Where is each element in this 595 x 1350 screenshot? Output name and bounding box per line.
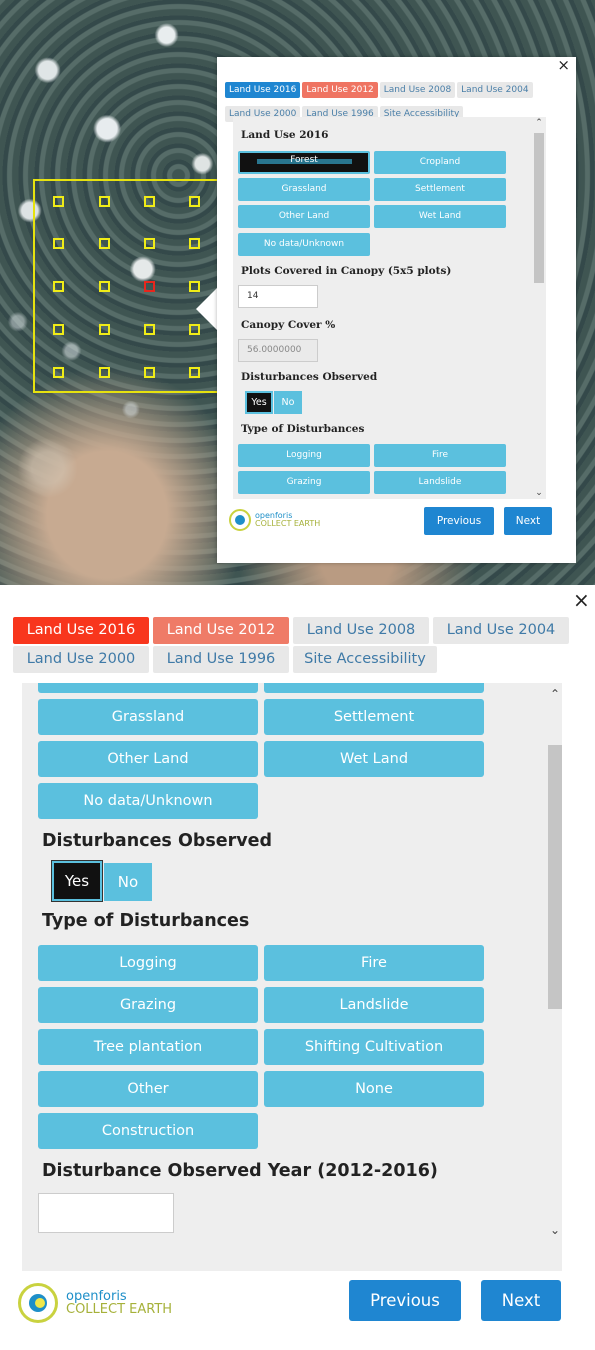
sampling-point[interactable]: [189, 196, 200, 207]
scroll-down-icon[interactable]: ⌄: [532, 488, 546, 498]
sampling-point[interactable]: [144, 196, 155, 207]
sampling-point[interactable]: [53, 238, 64, 249]
popup-pointer: [196, 287, 218, 331]
option-grazing[interactable]: Grazing: [238, 471, 370, 494]
canopy-cover-input: 56.0000000: [238, 339, 318, 362]
canopy-plots-label: Plots Covered in Canopy (5x5 plots): [241, 265, 452, 277]
sampling-point[interactable]: [99, 281, 110, 292]
option-wet-land[interactable]: Wet Land: [264, 741, 484, 777]
tab-land-use-2008[interactable]: Land Use 2008: [379, 82, 456, 98]
tab-land-use-2012[interactable]: Land Use 2012: [302, 82, 378, 98]
close-icon[interactable]: ×: [573, 588, 590, 612]
disturbances-label: Disturbances Observed: [241, 371, 378, 383]
no-toggle[interactable]: No: [274, 391, 302, 414]
tab-land-use-2004[interactable]: Land Use 2004: [457, 82, 533, 98]
logo-icon: [18, 1283, 58, 1323]
tab-land-use-2012[interactable]: Land Use 2012: [153, 617, 289, 644]
option-none[interactable]: None: [264, 1071, 484, 1107]
sampling-point[interactable]: [99, 238, 110, 249]
sampling-point[interactable]: [99, 324, 110, 335]
tab-site-accessibility[interactable]: Site Accessibility: [293, 646, 437, 673]
tab-land-use-2004[interactable]: Land Use 2004: [433, 617, 569, 644]
option-fire[interactable]: Fire: [264, 945, 484, 981]
tab-land-use-2016[interactable]: Land Use 2016: [13, 617, 149, 644]
tab-land-use-2016[interactable]: Land Use 2016: [225, 82, 301, 98]
option-grassland[interactable]: Grassland: [238, 178, 370, 201]
option-grassland[interactable]: Grassland: [38, 699, 258, 735]
disturbance-year-input[interactable]: [38, 1193, 174, 1233]
option-other-land[interactable]: Other Land: [38, 741, 258, 777]
form-panel[interactable]: Grassland Settlement Other Land Wet Land…: [22, 683, 562, 1271]
option-wet-land[interactable]: Wet Land: [374, 205, 506, 228]
option-logging[interactable]: Logging: [238, 444, 370, 467]
option-cropland[interactable]: [264, 683, 484, 693]
collect-earth-logo: openforis COLLECT EARTH: [18, 1283, 172, 1323]
option-forest[interactable]: Forest: [238, 151, 370, 174]
previous-button[interactable]: Previous: [424, 507, 494, 535]
scroll-down-icon[interactable]: ⌄: [545, 1223, 562, 1237]
sampling-point-selected[interactable]: [144, 281, 155, 292]
canopy-cover-label: Canopy Cover %: [241, 319, 336, 331]
logo-line2: COLLECT EARTH: [66, 1302, 173, 1317]
yes-toggle[interactable]: Yes: [51, 860, 103, 902]
logo-icon: [229, 509, 251, 531]
sampling-point[interactable]: [99, 196, 110, 207]
option-no-data[interactable]: No data/Unknown: [38, 783, 258, 819]
canopy-plots-input[interactable]: 14: [238, 285, 318, 308]
sampling-point[interactable]: [53, 367, 64, 378]
sampling-point[interactable]: [53, 281, 64, 292]
tab-land-use-1996[interactable]: Land Use 1996: [153, 646, 289, 673]
option-fire[interactable]: Fire: [374, 444, 506, 467]
sampling-point[interactable]: [53, 196, 64, 207]
next-button[interactable]: Next: [504, 507, 552, 535]
option-grazing[interactable]: Grazing: [38, 987, 258, 1023]
scroll-up-icon[interactable]: ⌃: [545, 687, 562, 701]
next-button[interactable]: Next: [481, 1280, 561, 1321]
survey-popup-small: × Land Use 2016 Land Use 2012 Land Use 200…: [217, 57, 576, 563]
sampling-point[interactable]: [189, 238, 200, 249]
option-landslide[interactable]: Landslide: [374, 471, 506, 494]
disturbance-year-label: Disturbance Observed Year (2012-2016): [42, 1161, 438, 1181]
previous-button[interactable]: Previous: [349, 1280, 461, 1321]
sampling-point[interactable]: [189, 367, 200, 378]
scrollbar-thumb[interactable]: [548, 745, 562, 1009]
option-other-land[interactable]: Other Land: [238, 205, 370, 228]
scrollbar[interactable]: ⌃ ⌄: [547, 683, 562, 1271]
sampling-point[interactable]: [144, 324, 155, 335]
option-shifting-cultivation[interactable]: Shifting Cultivation: [264, 1029, 484, 1065]
disturbances-label: Disturbances Observed: [42, 831, 273, 851]
close-icon[interactable]: ×: [557, 57, 570, 73]
logo-line2: COLLECT EARTH: [255, 519, 321, 528]
option-construction[interactable]: Construction: [38, 1113, 258, 1149]
no-toggle[interactable]: No: [104, 863, 152, 901]
option-tree-plantation[interactable]: Tree plantation: [38, 1029, 258, 1065]
option-forest[interactable]: [38, 683, 258, 693]
option-landslide[interactable]: Landslide: [264, 987, 484, 1023]
option-settlement[interactable]: Settlement: [374, 178, 506, 201]
scroll-up-icon[interactable]: ⌃: [532, 118, 546, 128]
sampling-point[interactable]: [144, 238, 155, 249]
option-no-data[interactable]: No data/Unknown: [238, 233, 370, 256]
type-of-disturbances-label: Type of Disturbances: [241, 423, 365, 435]
yes-toggle[interactable]: Yes: [245, 391, 273, 414]
sampling-point[interactable]: [53, 324, 64, 335]
sampling-point[interactable]: [144, 367, 155, 378]
option-logging[interactable]: Logging: [38, 945, 258, 981]
option-cropland[interactable]: Cropland: [374, 151, 506, 174]
collect-earth-logo: openforis COLLECT EARTH: [229, 509, 320, 531]
option-settlement[interactable]: Settlement: [264, 699, 484, 735]
tab-land-use-2008[interactable]: Land Use 2008: [293, 617, 429, 644]
tab-land-use-2000[interactable]: Land Use 2000: [13, 646, 149, 673]
scrollbar-thumb[interactable]: [534, 133, 544, 283]
form-panel[interactable]: Land Use 2016 Forest Cropland Grassland …: [233, 117, 546, 499]
type-of-disturbances-label: Type of Disturbances: [42, 911, 250, 931]
option-other[interactable]: Other: [38, 1071, 258, 1107]
sampling-point[interactable]: [99, 367, 110, 378]
sampling-plot-grid[interactable]: [33, 179, 223, 393]
land-use-heading: Land Use 2016: [241, 129, 329, 141]
scrollbar[interactable]: ⌃ ⌄: [532, 117, 546, 499]
